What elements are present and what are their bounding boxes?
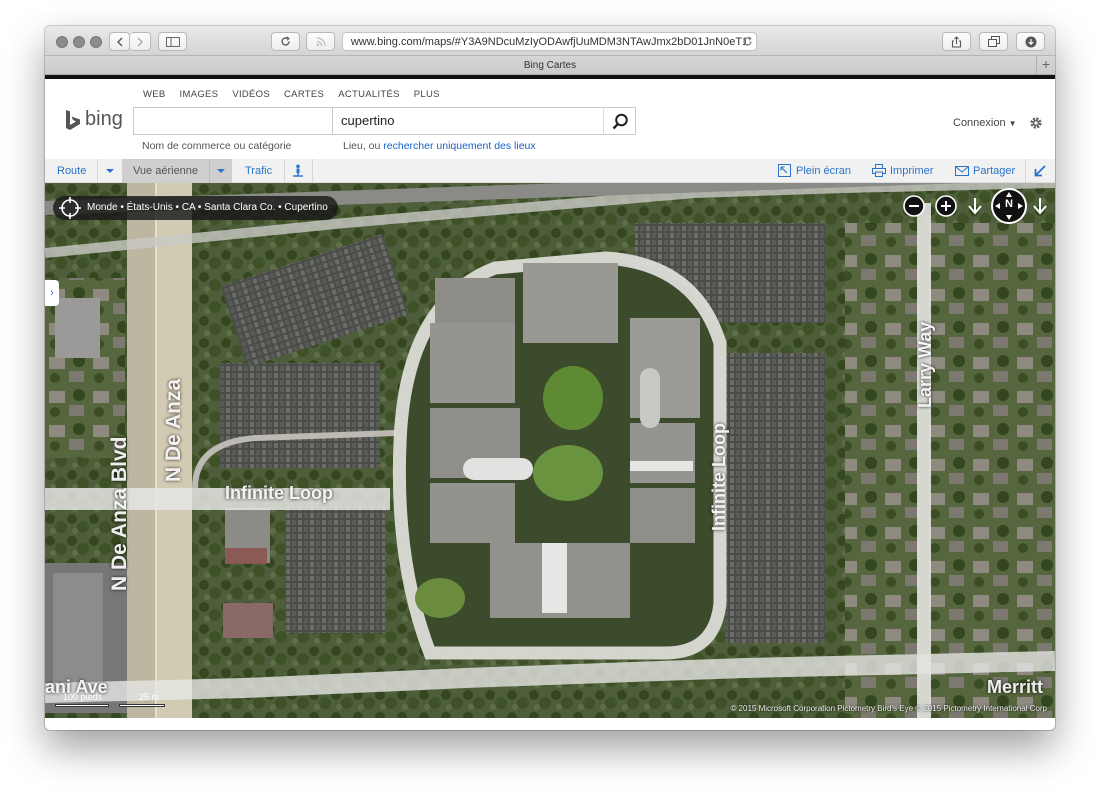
signin-label: Connexion bbox=[953, 117, 1006, 129]
address-bar[interactable]: www.bing.com/maps/#Y3A9NDcuMzIyODAwfjUuM… bbox=[342, 32, 757, 51]
sidebar-icon bbox=[165, 36, 180, 47]
printer-icon bbox=[872, 164, 886, 177]
gear-icon[interactable] bbox=[1029, 116, 1043, 130]
street-label-merritt: Merritt bbox=[987, 677, 1044, 697]
scale-metric: 25 m bbox=[139, 692, 160, 702]
aerial-map[interactable]: N De Anza Blvd N De Anza Infinite Loop I… bbox=[45, 183, 1055, 718]
mail-icon bbox=[955, 166, 969, 176]
locate-me-icon[interactable] bbox=[59, 197, 81, 219]
zoom-window-button[interactable] bbox=[90, 36, 102, 48]
toolbar-divider bbox=[97, 159, 98, 183]
sidebar-button[interactable] bbox=[158, 32, 187, 51]
print-button[interactable]: Imprimer bbox=[890, 159, 933, 183]
bing-logo-icon bbox=[66, 109, 80, 130]
fullscreen-button[interactable]: Plein écran bbox=[796, 159, 851, 183]
nav-more[interactable]: PLUS bbox=[414, 89, 440, 100]
bing-logo-text: bing bbox=[85, 108, 123, 130]
reload-button[interactable] bbox=[271, 32, 300, 51]
nav-videos[interactable]: VIDÉOS bbox=[232, 89, 270, 100]
share-button[interactable] bbox=[942, 32, 971, 51]
compass-button[interactable]: N bbox=[991, 188, 1027, 224]
rss-button[interactable] bbox=[306, 32, 335, 51]
rotate-right-icon[interactable] bbox=[1031, 196, 1049, 216]
chevron-right-icon bbox=[137, 37, 143, 46]
bing-nav: WEB IMAGES VIDÉOS CARTES ACTUALITÉS PLUS bbox=[143, 89, 440, 100]
nav-images[interactable]: IMAGES bbox=[180, 89, 219, 100]
tab-bar: Bing Cartes + bbox=[45, 56, 1055, 75]
forward-button[interactable] bbox=[130, 32, 151, 51]
minimize-window-button[interactable] bbox=[73, 36, 85, 48]
url-text: www.bing.com/maps/#Y3A9NDcuMzIyODAwfjUuM… bbox=[350, 35, 749, 48]
view-selector[interactable]: Vue aérienne bbox=[122, 159, 232, 183]
tab-title[interactable]: Bing Cartes bbox=[524, 60, 576, 71]
share-map-button[interactable]: Partager bbox=[973, 159, 1015, 183]
breadcrumb-text: Monde • États-Unis • CA • Santa Clara Co… bbox=[87, 202, 328, 213]
toolbar-divider bbox=[284, 159, 285, 183]
toolbar-divider bbox=[1025, 159, 1026, 183]
rotate-left-icon[interactable] bbox=[966, 196, 984, 216]
route-dropdown-icon[interactable] bbox=[106, 169, 114, 173]
scale-bar-imperial bbox=[55, 704, 109, 707]
collapse-arrow-icon[interactable] bbox=[1034, 165, 1046, 177]
view-dropdown-icon[interactable] bbox=[217, 169, 225, 173]
scale-imperial: 100 pieds bbox=[63, 692, 103, 702]
aerial-imagery bbox=[45, 183, 1055, 718]
share-icon bbox=[951, 35, 962, 48]
compass-north-label: N bbox=[1005, 198, 1013, 210]
reload-icon bbox=[281, 36, 290, 46]
browser-toolbar: www.bing.com/maps/#Y3A9NDcuMzIyODAwfjUuM… bbox=[45, 26, 1055, 56]
download-icon bbox=[1025, 36, 1036, 47]
scale-bar-metric bbox=[119, 704, 165, 707]
close-window-button[interactable] bbox=[56, 36, 68, 48]
chevron-right-icon: › bbox=[50, 287, 54, 299]
new-tab-button[interactable]: + bbox=[1036, 56, 1055, 74]
tabs-overview-button[interactable] bbox=[979, 32, 1008, 51]
toolbar-divider bbox=[209, 159, 210, 183]
search-button[interactable] bbox=[603, 107, 636, 135]
fullscreen-icon bbox=[778, 164, 791, 177]
caret-down-icon: ▼ bbox=[1008, 119, 1017, 128]
rss-icon bbox=[316, 36, 326, 46]
bing-logo[interactable]: bing bbox=[65, 108, 123, 131]
chevron-left-icon bbox=[116, 37, 122, 46]
zoom-out-button[interactable] bbox=[903, 195, 925, 217]
zoom-in-button[interactable] bbox=[935, 195, 957, 217]
nav-web[interactable]: WEB bbox=[143, 89, 166, 100]
browser-window: www.bing.com/maps/#Y3A9NDcuMzIyODAwfjUuM… bbox=[45, 26, 1055, 730]
back-button[interactable] bbox=[109, 32, 130, 51]
route-button[interactable]: Route bbox=[57, 159, 86, 183]
street-label-infinite-loop-h: Infinite Loop bbox=[225, 483, 333, 503]
nav-news[interactable]: ACTUALITÉS bbox=[338, 89, 400, 100]
view-label: Vue aérienne bbox=[133, 165, 199, 177]
place-search-value: cupertino bbox=[341, 113, 395, 128]
map-toolbar: Route Vue aérienne Trafic Plein écran Im… bbox=[45, 159, 1055, 183]
downloads-button[interactable] bbox=[1016, 32, 1045, 51]
business-search-input[interactable] bbox=[133, 107, 333, 135]
search-icon bbox=[612, 113, 628, 129]
bing-header: WEB IMAGES VIDÉOS CARTES ACTUALITÉS PLUS… bbox=[45, 79, 1055, 159]
signin-menu[interactable]: Connexion ▼ bbox=[953, 117, 1017, 129]
place-hint-prefix: Lieu, ou bbox=[343, 140, 384, 152]
toolbar-divider bbox=[312, 159, 313, 183]
place-search-input[interactable]: cupertino bbox=[333, 107, 636, 135]
place-hint: Lieu, ou rechercher uniquement des lieux bbox=[343, 140, 536, 152]
places-only-link[interactable]: rechercher uniquement des lieux bbox=[383, 140, 535, 152]
expand-panel-button[interactable]: › bbox=[45, 280, 59, 306]
tabs-icon bbox=[987, 36, 1000, 47]
streetside-person-icon[interactable] bbox=[292, 164, 304, 178]
location-breadcrumb[interactable]: Monde • États-Unis • CA • Santa Clara Co… bbox=[53, 196, 338, 220]
map-copyright: © 2015 Microsoft Corporation Pictometry … bbox=[730, 704, 1047, 713]
business-hint: Nom de commerce ou catégorie bbox=[142, 140, 292, 152]
traffic-button[interactable]: Trafic bbox=[245, 159, 272, 183]
map-scale: 100 pieds 25 m bbox=[55, 692, 185, 708]
nav-maps[interactable]: CARTES bbox=[284, 89, 324, 100]
url-reload-icon[interactable] bbox=[742, 36, 753, 47]
